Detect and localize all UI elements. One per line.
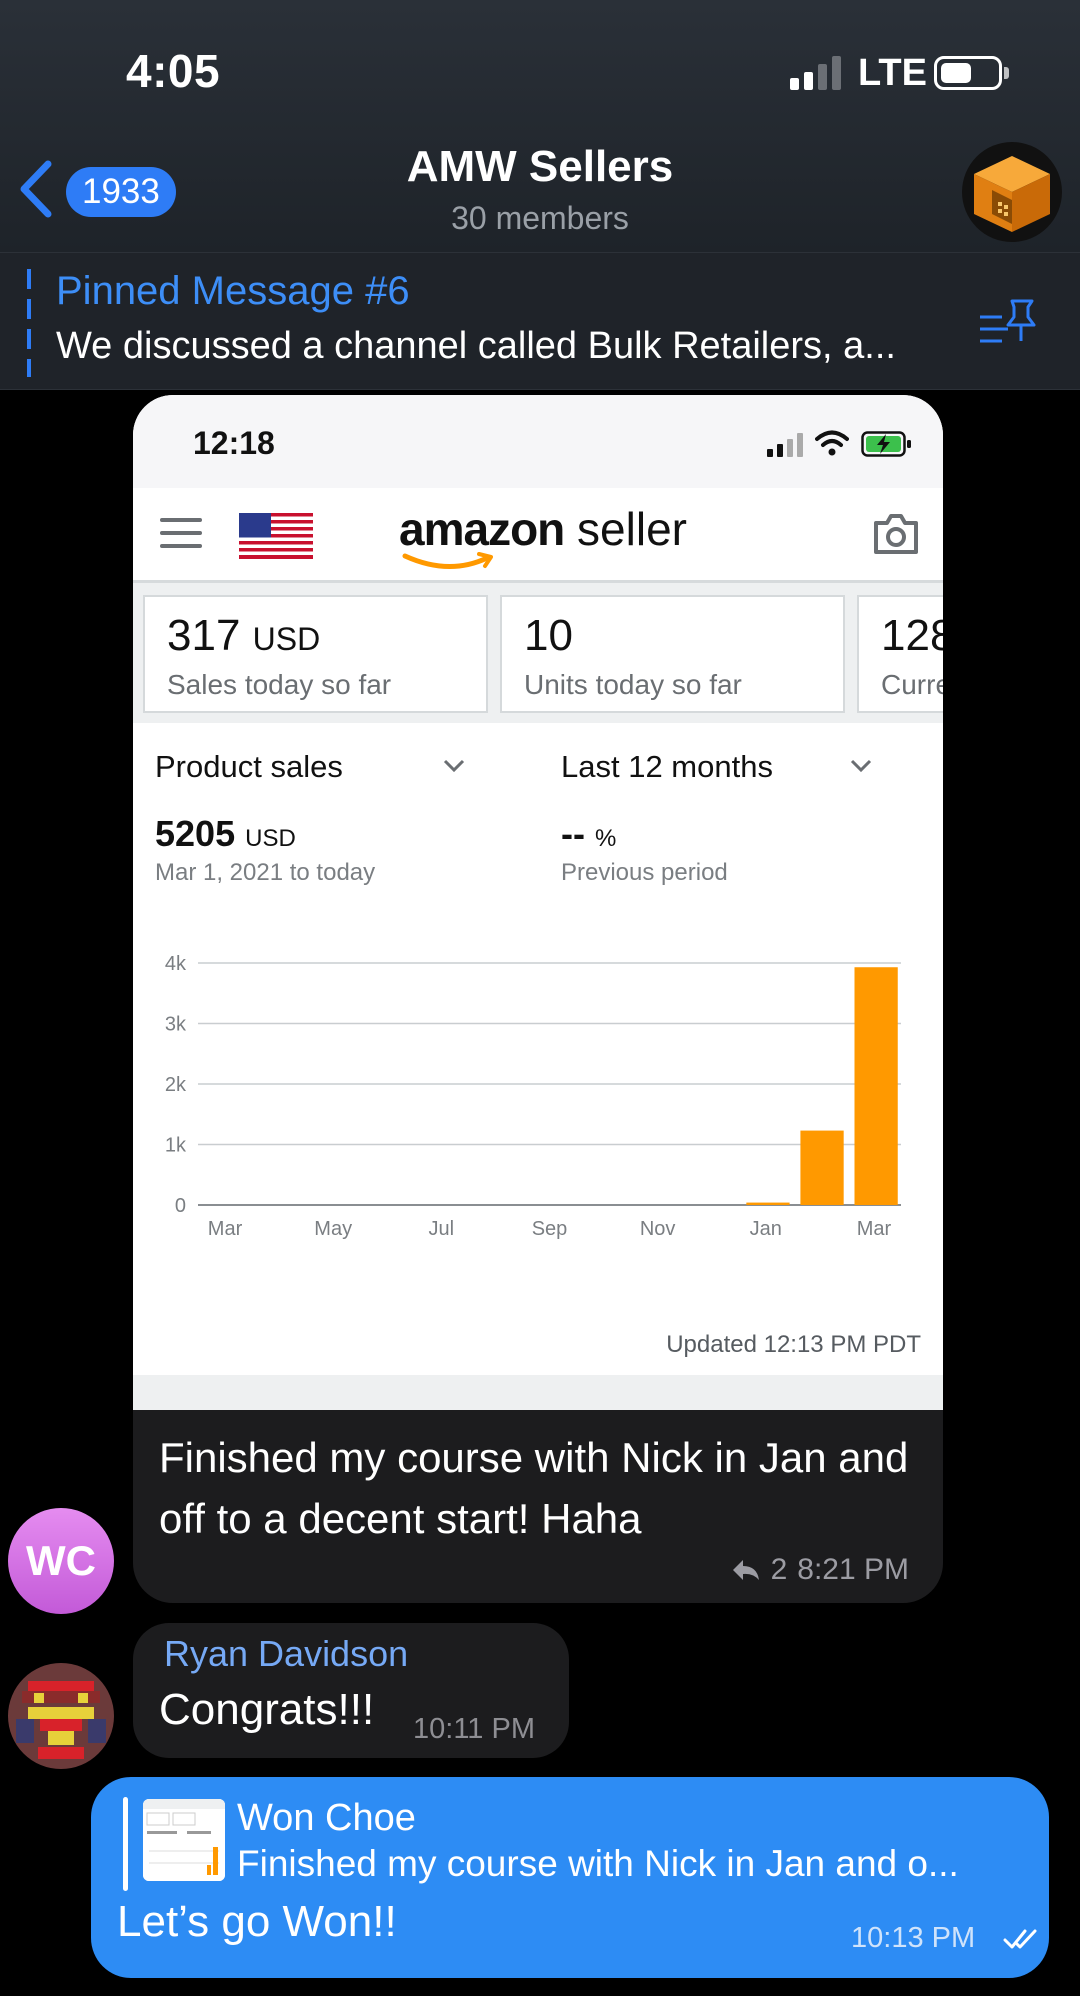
screenshot-footer (133, 1375, 943, 1410)
amazon-app-bar: amazon seller (133, 488, 943, 583)
photo-message[interactable]: 12:18 amazon seller 317 USD Sales today … (133, 395, 943, 1603)
pin-list-icon[interactable] (978, 297, 1038, 349)
y-tick-label: 0 (175, 1195, 186, 1217)
double-check-icon (1003, 1929, 1037, 1949)
battery-icon (934, 56, 1002, 90)
x-tick-label: Mar (857, 1218, 892, 1240)
y-tick-label: 4k (165, 953, 187, 975)
card-label: Current (881, 669, 943, 700)
sales-today-card[interactable]: 317 USD Sales today so far (143, 595, 488, 713)
wifi-icon (815, 430, 849, 456)
seller-logo-word: seller (564, 503, 687, 555)
house-box-icon (974, 156, 1050, 232)
card-label: Sales today so far (167, 669, 392, 700)
metric-unit: % (595, 825, 617, 852)
x-tick-label: Jan (750, 1218, 782, 1240)
card-value-number: 317 (167, 611, 241, 660)
y-tick-label: 3k (165, 1014, 187, 1036)
y-tick-label: 1k (165, 1135, 187, 1157)
message-time: 8:21 PM (797, 1553, 909, 1586)
message-text: Congrats!!! (159, 1685, 375, 1734)
chart-bar (800, 1130, 844, 1205)
x-tick-label: Mar (208, 1218, 243, 1240)
x-tick-label: Sep (532, 1218, 568, 1240)
previous-period-value: -- % (561, 813, 616, 855)
camera-icon[interactable] (873, 513, 919, 555)
amazon-smile-icon (402, 552, 493, 569)
time-range-dropdown[interactable]: Last 12 months (561, 749, 773, 785)
status-time: 4:05 (126, 45, 221, 97)
card-value-number: 128 (881, 611, 943, 660)
card-value: 10 (524, 611, 573, 661)
message-text: Let’s go Won!! (117, 1897, 397, 1946)
sales-bar-chart: 0 1k 2k 3k 4k Mar May Jul Sep Nov Jan Mar (165, 953, 901, 1240)
battery-tip (1004, 67, 1009, 79)
member-count: 30 members (451, 200, 629, 236)
photo-caption: Finished my course with Nick in Jan and … (159, 1434, 909, 1542)
amazon-seller-screenshot[interactable]: 12:18 amazon seller 317 USD Sales today … (133, 395, 943, 1410)
reply-sender-name: Won Choe (237, 1797, 416, 1839)
card-value: 317 USD (167, 611, 320, 661)
network-type: LTE (858, 52, 927, 94)
units-today-card[interactable]: 10 Units today so far (500, 595, 845, 713)
amazon-logo-word: amazon (399, 503, 565, 555)
updated-timestamp: Updated 12:13 PM PDT (666, 1331, 921, 1358)
chart-thumbnail-icon (143, 1799, 225, 1881)
menu-icon[interactable] (160, 518, 202, 552)
incoming-message[interactable]: Ryan Davidson Congrats!!! 10:11 PM (133, 1623, 569, 1758)
avatar[interactable]: WC (8, 1508, 114, 1614)
us-flag-icon[interactable] (239, 513, 313, 559)
current-card[interactable]: 128 Current (857, 595, 943, 713)
message-time: 10:13 PM (851, 1922, 976, 1954)
screenshot-status-bar: 12:18 (133, 395, 943, 488)
reply-indicator (123, 1797, 128, 1891)
reply-thumbnail (143, 1799, 225, 1881)
product-sales-dropdown[interactable]: Product sales (155, 749, 343, 785)
chart-bar (854, 967, 898, 1205)
message-time: 10:11 PM (413, 1713, 535, 1745)
x-tick-label: May (314, 1218, 352, 1240)
metric-number: 5205 (155, 813, 236, 854)
avatar[interactable] (8, 1663, 114, 1769)
x-tick-label: Nov (640, 1218, 676, 1240)
cellular-signal-icon (790, 56, 841, 90)
card-value-number: 10 (524, 611, 573, 660)
x-tick-label: Jul (429, 1218, 455, 1240)
message-meta: 2 8:21 PM (731, 1553, 909, 1587)
card-value: 128 (881, 611, 943, 661)
chat-header: 4:05 LTE 1933 AMW Sellers 30 members (0, 0, 1080, 252)
pinned-title: Pinned Message #6 (56, 269, 410, 313)
reply-count: 2 (770, 1553, 788, 1586)
chevron-down-icon[interactable] (850, 759, 872, 773)
pinned-text: We discussed a channel called Bulk Retai… (56, 325, 896, 367)
chat-title[interactable]: AMW Sellers (0, 142, 1080, 192)
stat-cards: 317 USD Sales today so far 10 Units toda… (133, 583, 943, 723)
product-sales-period: Mar 1, 2021 to today (155, 859, 376, 886)
sender-name[interactable]: Ryan Davidson (164, 1633, 408, 1675)
metric-unit: USD (245, 825, 296, 852)
chevron-down-icon[interactable] (443, 759, 465, 773)
y-tick-label: 2k (165, 1074, 187, 1096)
reply-arrow-icon[interactable] (731, 1558, 761, 1582)
reply-quoted-text: Finished my course with Nick in Jan and … (237, 1843, 959, 1884)
screenshot-time: 12:18 (193, 425, 275, 461)
group-avatar[interactable] (962, 142, 1062, 242)
battery-charging-icon (861, 431, 911, 457)
chart-bar (746, 1202, 790, 1205)
previous-period-label: Previous period (561, 859, 728, 886)
metric-number: -- (561, 813, 585, 854)
card-label: Units today so far (524, 669, 742, 700)
pinned-indicator (27, 269, 31, 377)
card-unit: USD (252, 621, 321, 657)
pinned-message-bar[interactable]: Pinned Message #6 We discussed a channel… (0, 252, 1080, 390)
amazon-seller-logo: amazon seller (399, 502, 687, 556)
product-sales-value: 5205 USD (155, 813, 296, 855)
cellular-signal-icon (767, 433, 803, 457)
pixel-art-avatar-icon (8, 1663, 114, 1769)
outgoing-message[interactable]: Won Choe Finished my course with Nick in… (91, 1777, 1049, 1978)
